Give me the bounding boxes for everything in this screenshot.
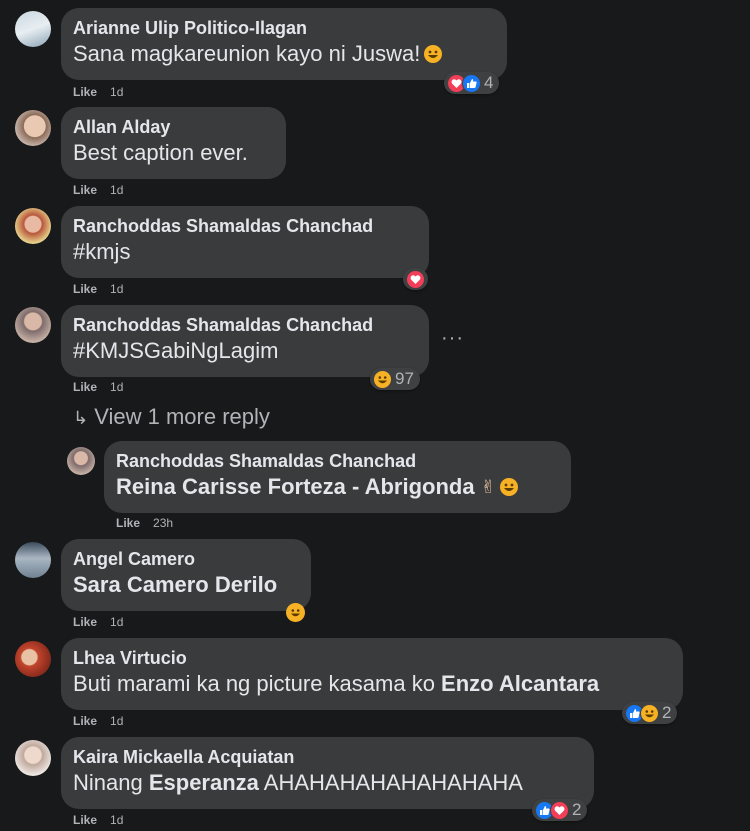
comment-actions: Like 1d <box>73 813 123 827</box>
heart-reaction-icon <box>406 269 425 289</box>
haha-reaction-icon <box>373 369 392 389</box>
haha-reaction-icon <box>640 703 659 723</box>
timestamp[interactable]: 23h <box>153 516 173 530</box>
comment-author[interactable]: Ranchoddas Shamaldas Chanchad <box>116 450 559 472</box>
avatar[interactable] <box>15 307 51 343</box>
more-options-button[interactable]: ··· <box>441 327 464 350</box>
avatar[interactable] <box>15 740 51 776</box>
avatar[interactable] <box>15 542 51 578</box>
comment-actions: Like 1d <box>73 380 123 394</box>
haha-emoji-icon <box>424 45 443 63</box>
comment-author[interactable]: Kaira Mickaella Acquiatan <box>73 746 582 768</box>
comment-bubble: Angel Camero Sara Camero Derilo <box>61 539 311 611</box>
timestamp[interactable]: 1d <box>110 714 123 728</box>
comment-bubble: Kaira Mickaella Acquiatan Ninang Esperan… <box>61 737 594 809</box>
timestamp[interactable]: 1d <box>110 615 123 629</box>
like-button[interactable]: Like <box>73 85 97 99</box>
reaction-summary[interactable]: 4 <box>444 72 500 94</box>
avatar[interactable] <box>15 11 51 47</box>
comment-text: #kmjs <box>73 239 131 264</box>
reaction-summary[interactable]: 2 <box>622 702 678 724</box>
comment-actions: Like 1d <box>73 85 123 99</box>
comment: Angel Camero Sara Camero Derilo Like 1d <box>0 535 750 635</box>
comment-author[interactable]: Allan Alday <box>73 116 274 138</box>
comment: Ranchoddas Shamaldas Chanchad #KMJSGabiN… <box>0 300 750 400</box>
like-button[interactable]: Like <box>73 615 97 629</box>
like-reaction-icon <box>462 73 481 93</box>
comment-actions: Like 1d <box>73 282 123 296</box>
reaction-summary[interactable]: 97 <box>370 368 420 390</box>
timestamp[interactable]: 1d <box>110 282 123 296</box>
comment-author[interactable]: Angel Camero <box>73 548 299 570</box>
comment: Allan Alday Best caption ever. Like 1d <box>0 100 750 200</box>
timestamp[interactable]: 1d <box>110 813 123 827</box>
reaction-count: 2 <box>662 703 672 722</box>
reaction-count: 97 <box>395 369 414 388</box>
peace-emoji-icon: ✌ <box>480 477 496 497</box>
comment-author[interactable]: Ranchoddas Shamaldas Chanchad <box>73 314 417 336</box>
reaction-count: 4 <box>484 73 494 92</box>
mention[interactable]: Reina Carisse Forteza - Abrigonda <box>116 474 475 499</box>
comment-text: Buti marami ka ng picture kasama ko Enzo… <box>73 671 600 696</box>
timestamp[interactable]: 1d <box>110 183 123 197</box>
like-button[interactable]: Like <box>73 380 97 394</box>
comment-bubble: Ranchoddas Shamaldas Chanchad #kmjs <box>61 206 429 278</box>
avatar[interactable] <box>15 208 51 244</box>
comment-text: Ninang Esperanza AHAHAHAHAHAHAHAHA <box>73 770 523 795</box>
reaction-summary[interactable]: 2 <box>532 799 588 821</box>
like-button[interactable]: Like <box>73 714 97 728</box>
reply-comment: Ranchoddas Shamaldas Chanchad Reina Cari… <box>0 438 750 538</box>
like-button[interactable]: Like <box>73 183 97 197</box>
comment: Ranchoddas Shamaldas Chanchad #kmjs Like… <box>0 200 750 300</box>
comment-text: Reina Carisse Forteza - Abrigonda ✌ <box>116 472 559 502</box>
avatar[interactable] <box>15 110 51 146</box>
comment-author[interactable]: Ranchoddas Shamaldas Chanchad <box>73 215 417 237</box>
avatar[interactable] <box>15 641 51 677</box>
comment-text: Best caption ever. <box>73 140 248 165</box>
mention[interactable]: Enzo Alcantara <box>441 671 599 696</box>
comment: Kaira Mickaella Acquiatan Ninang Esperan… <box>0 735 750 831</box>
comment: Arianne Ulip Politico-Ilagan Sana magkar… <box>0 0 750 100</box>
comment-bubble: Ranchoddas Shamaldas Chanchad #KMJSGabiN… <box>61 305 429 377</box>
comment-bubble: Arianne Ulip Politico-Ilagan Sana magkar… <box>61 8 507 80</box>
avatar[interactable] <box>67 447 95 475</box>
like-button[interactable]: Like <box>73 813 97 827</box>
timestamp[interactable]: 1d <box>110 380 123 394</box>
comment-author[interactable]: Lhea Virtucio <box>73 647 671 669</box>
comment-actions: Like 1d <box>73 714 123 728</box>
comment-bubble: Ranchoddas Shamaldas Chanchad Reina Cari… <box>104 441 571 513</box>
like-button[interactable]: Like <box>116 516 140 530</box>
timestamp[interactable]: 1d <box>110 85 123 99</box>
haha-reaction-icon <box>286 602 305 622</box>
comment-actions: Like 1d <box>73 615 123 629</box>
comment-actions: Like 1d <box>73 183 123 197</box>
comment-text: #KMJSGabiNgLagim <box>73 338 279 363</box>
reaction-count: 2 <box>572 800 582 819</box>
comment-text: Sana magkareunion kayo ni Juswa! <box>73 39 495 69</box>
reply-arrow-icon: ↳ <box>73 408 89 428</box>
comment-text: Sara Camero Derilo <box>73 570 299 600</box>
mention[interactable]: Sara Camero Derilo <box>73 572 277 597</box>
comment-bubble: Lhea Virtucio Buti marami ka ng picture … <box>61 638 683 710</box>
view-more-replies-link[interactable]: ↳ View 1 more reply <box>73 404 270 430</box>
comment: Lhea Virtucio Buti marami ka ng picture … <box>0 635 750 735</box>
reaction-summary[interactable] <box>403 268 428 290</box>
comment-bubble: Allan Alday Best caption ever. <box>61 107 286 179</box>
like-button[interactable]: Like <box>73 282 97 296</box>
reaction-summary[interactable] <box>283 601 308 623</box>
comment-actions: Like 23h <box>116 516 173 530</box>
heart-reaction-icon <box>550 800 569 820</box>
comment-author[interactable]: Arianne Ulip Politico-Ilagan <box>73 17 495 39</box>
haha-emoji-icon <box>499 478 518 496</box>
view-more-label: View 1 more reply <box>94 404 270 429</box>
mention[interactable]: Esperanza <box>149 770 259 795</box>
